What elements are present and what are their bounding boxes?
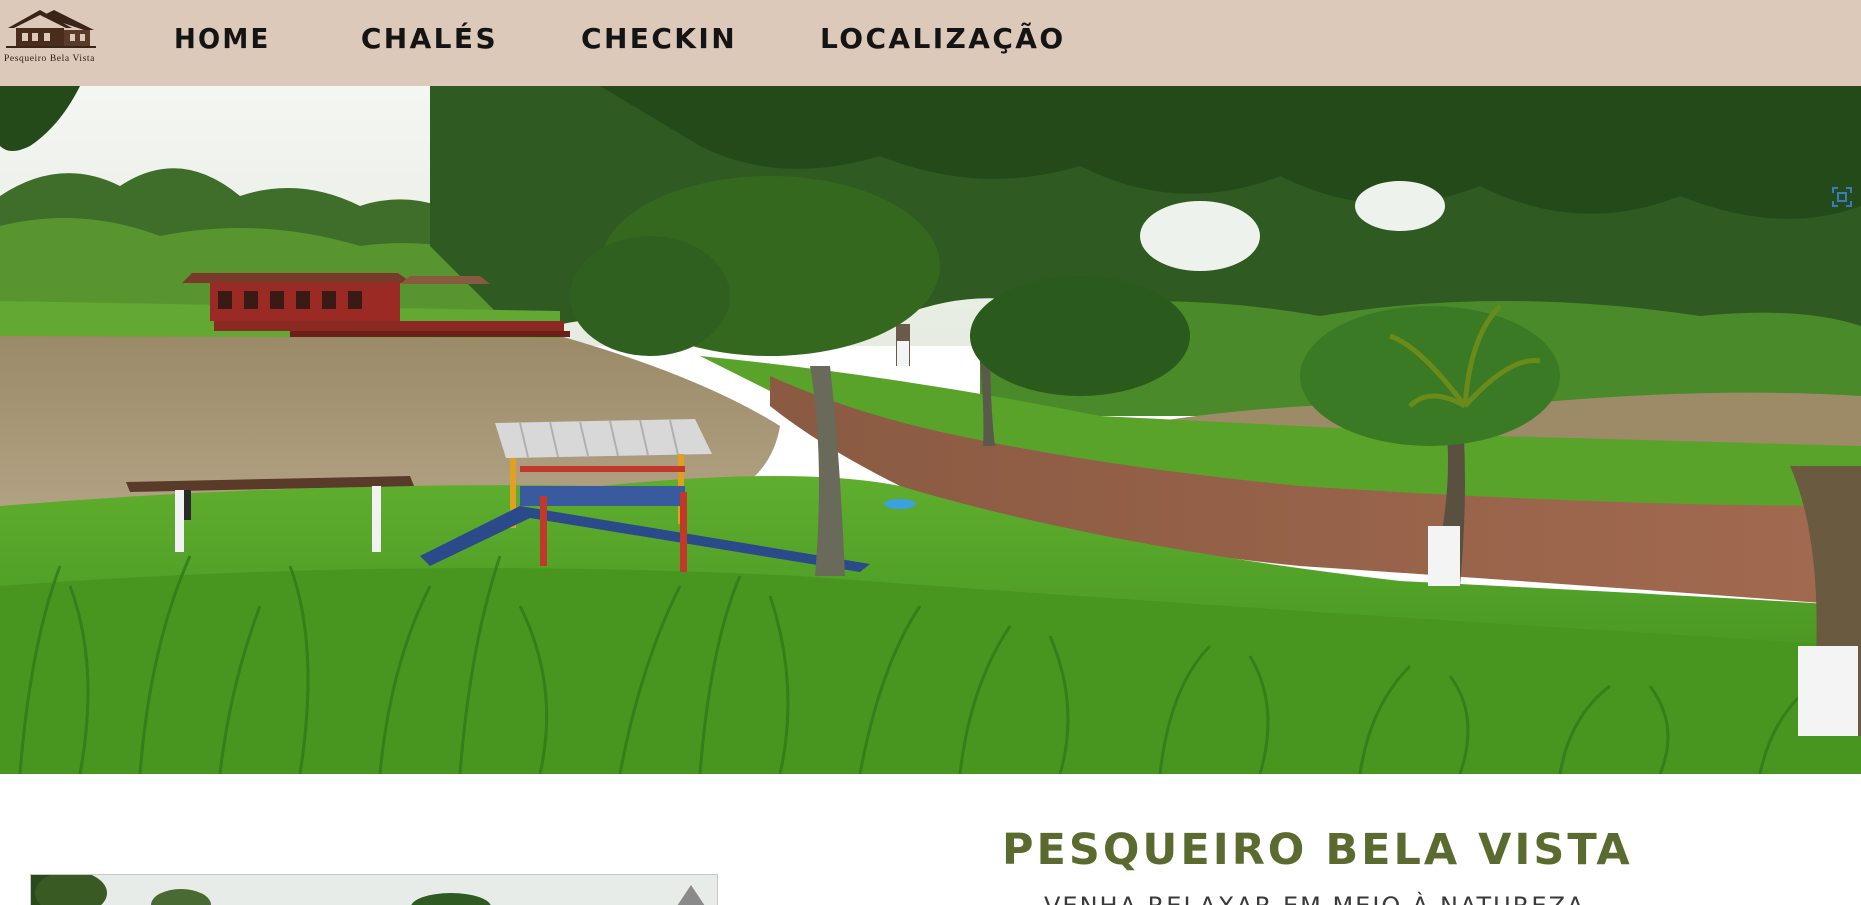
site-logo[interactable]: Pesqueiro Bela Vista: [2, 6, 112, 64]
hero-banner-image: [0, 86, 1861, 774]
intro-photo-image: [31, 875, 717, 905]
logo-text: Pesqueiro Bela Vista: [4, 54, 95, 64]
main-nav: HOME CHALÉS CHECKIN LOCALIZAÇÃO: [174, 22, 1066, 56]
fullscreen-icon[interactable]: [1831, 186, 1853, 208]
nav-checkin[interactable]: CHECKIN: [581, 22, 737, 56]
house-logo-icon: [6, 10, 96, 48]
page-title: PESQUEIRO BELA VISTA: [1002, 825, 1633, 875]
top-navbar: Pesqueiro Bela Vista HOME CHALÉS CHECKIN…: [0, 0, 1861, 86]
intro-section: PESQUEIRO BELA VISTA Venha relaxar em me…: [0, 774, 1861, 905]
nav-chales[interactable]: CHALÉS: [361, 22, 498, 56]
nav-localizacao[interactable]: LOCALIZAÇÃO: [820, 22, 1066, 56]
nav-home[interactable]: HOME: [174, 22, 271, 56]
lake-landscape-image: [0, 86, 1861, 774]
page-subtitle: Venha relaxar em meio à natureza: [1044, 892, 1604, 905]
intro-photo: [30, 874, 718, 905]
